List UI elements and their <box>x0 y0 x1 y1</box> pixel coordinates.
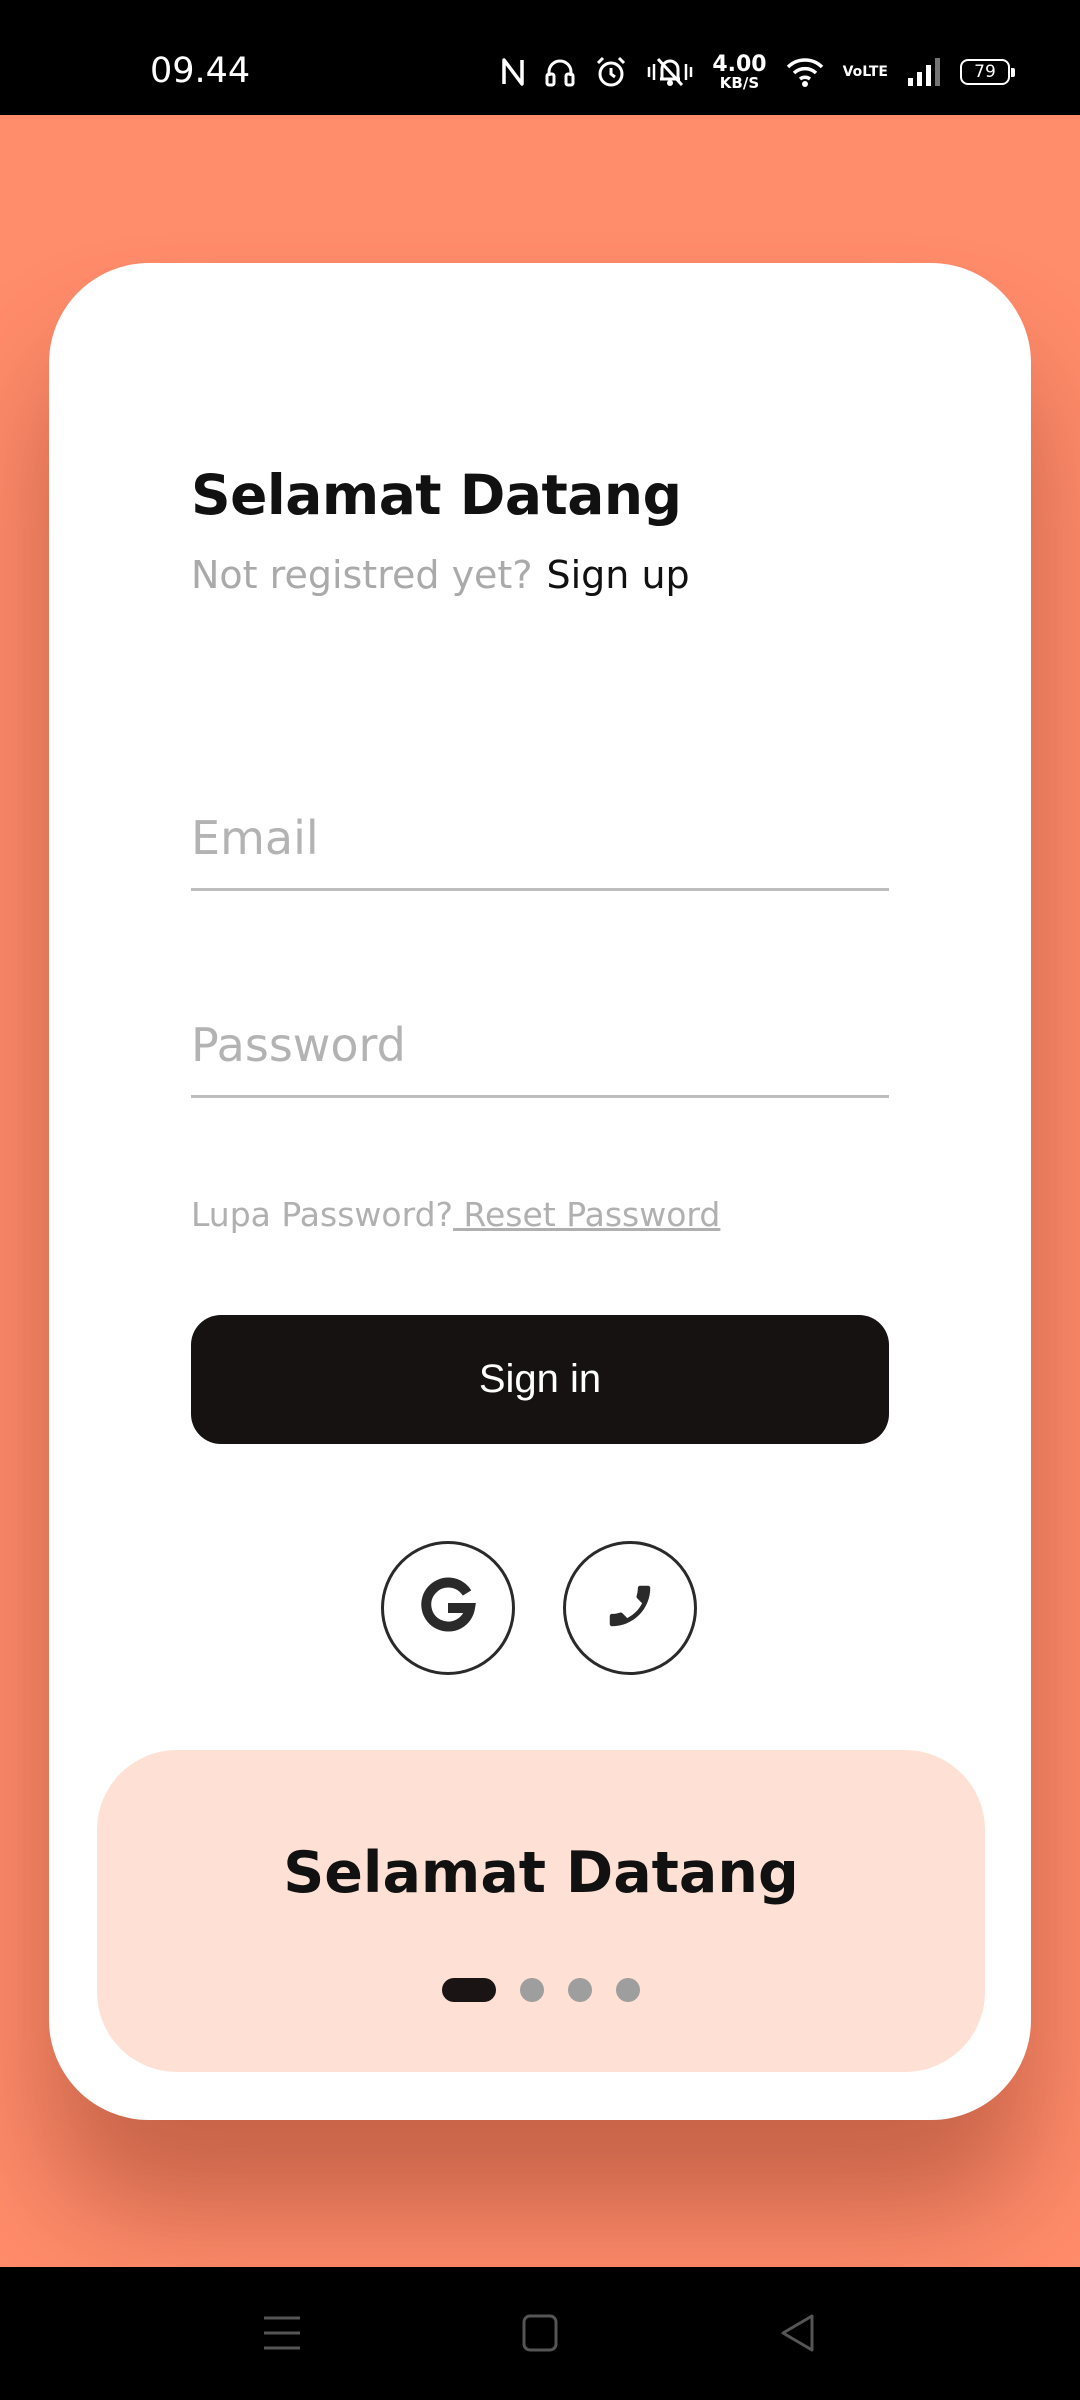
page-indicator <box>97 1978 985 2002</box>
login-card: Selamat Datang Not registred yet? Sign up… <box>49 263 1031 2120</box>
net-speed-value: 4.00 <box>712 51 767 77</box>
net-speed-unit: KB/S <box>719 73 760 92</box>
password-input[interactable] <box>191 995 889 1098</box>
page-title: Selamat Datang <box>191 463 682 527</box>
signal-icon <box>906 57 942 87</box>
battery-icon: 79 <box>960 59 1015 85</box>
status-icons: 4.00 KB/S Vo LTE 79 <box>500 48 1015 96</box>
home-icon[interactable] <box>521 2312 559 2359</box>
status-bar: 09.44 4.00 KB/S Vo LTE 79 <box>0 0 1080 115</box>
google-icon <box>419 1577 477 1640</box>
phone-icon <box>603 1579 657 1638</box>
google-sign-in-button[interactable] <box>381 1541 515 1675</box>
email-input[interactable] <box>191 788 889 891</box>
signup-prompt: Not registred yet? Sign up <box>191 553 690 597</box>
volte-bottom: LTE <box>862 64 888 80</box>
reset-password-link[interactable]: Reset Password <box>453 1195 721 1234</box>
sign-up-link[interactable]: Sign up <box>547 553 690 597</box>
volte-icon: Vo LTE <box>843 65 888 79</box>
nfc-icon <box>500 56 526 88</box>
page-dot-4[interactable] <box>616 1978 640 2002</box>
headphones-icon <box>544 56 576 88</box>
battery-level: 79 <box>974 62 996 82</box>
page-dot-2[interactable] <box>520 1978 544 2002</box>
menu-icon[interactable] <box>262 2312 302 2359</box>
phone-sign-in-button[interactable] <box>563 1541 697 1675</box>
welcome-banner: Selamat Datang <box>97 1750 985 2072</box>
forgot-password-row: Lupa Password? Reset Password <box>191 1195 720 1234</box>
vibrate-off-icon <box>646 55 694 89</box>
wifi-icon <box>785 56 825 88</box>
banner-title: Selamat Datang <box>283 1840 799 1906</box>
forgot-password-text: Lupa Password? <box>191 1195 454 1234</box>
back-icon[interactable] <box>778 2312 818 2359</box>
net-speed: 4.00 KB/S <box>712 51 767 92</box>
status-time: 09.44 <box>150 51 251 91</box>
page-dot-3[interactable] <box>568 1978 592 2002</box>
page-dot-1[interactable] <box>442 1978 496 2002</box>
navigation-bar <box>0 2267 1080 2400</box>
alarm-icon <box>594 55 628 89</box>
sign-in-button[interactable]: Sign in <box>191 1315 889 1444</box>
volte-top: Vo <box>842 64 863 80</box>
not-registered-text: Not registred yet? <box>191 553 533 597</box>
